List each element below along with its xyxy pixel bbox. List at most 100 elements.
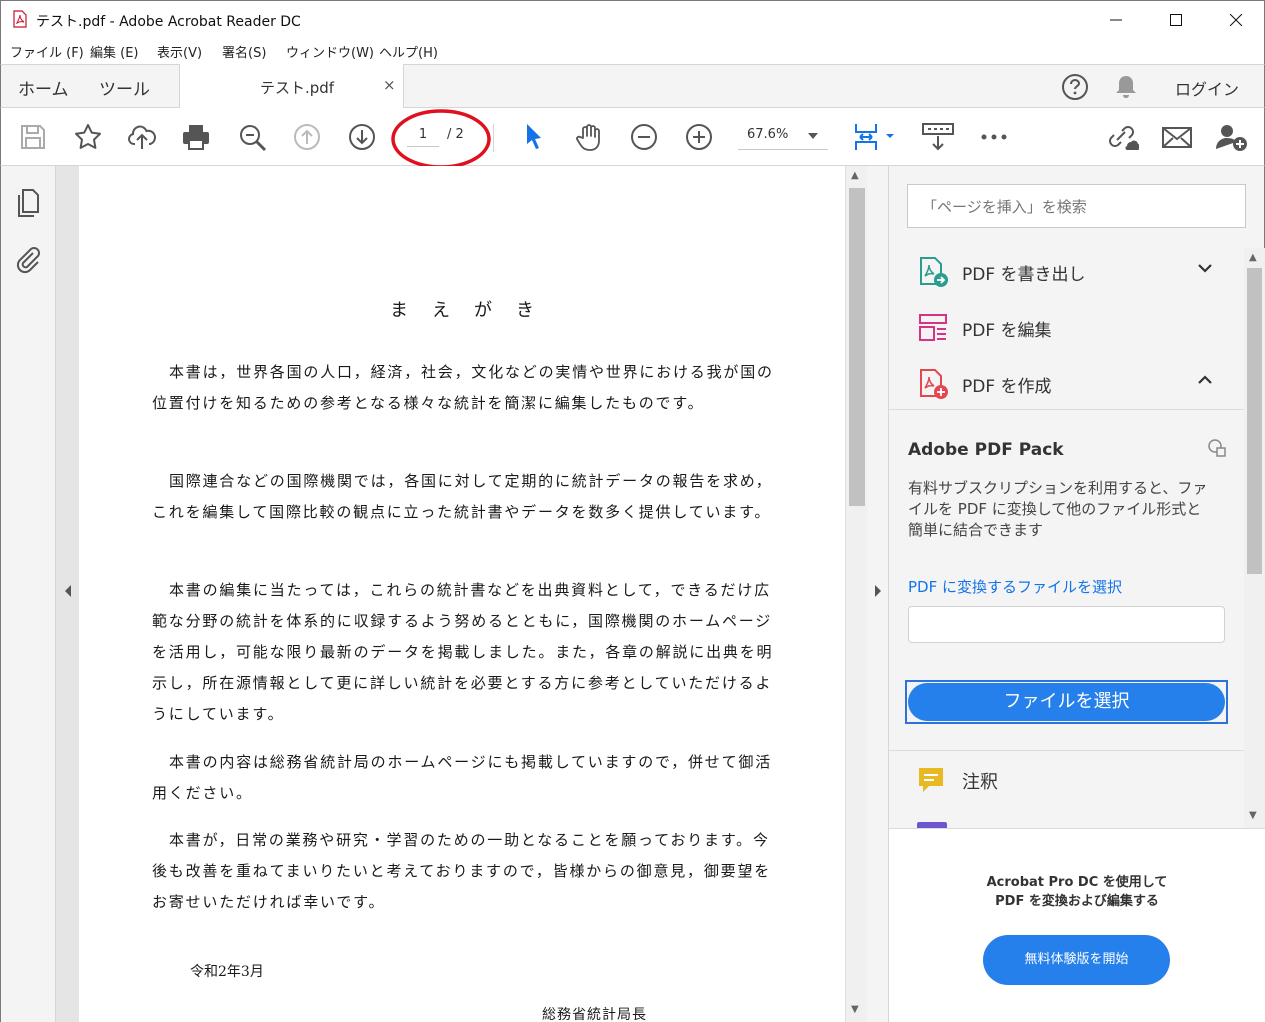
email-icon[interactable]	[1161, 122, 1193, 152]
tool-comment[interactable]: 注釈	[917, 762, 1217, 802]
pdf-page: まえがき 本書は，世界各国の人口，経済，社会，文化などの実情や世界における我が国…	[79, 166, 845, 1022]
collapse-right-pane-icon[interactable]	[873, 584, 883, 598]
left-navigation-pane	[0, 166, 56, 1022]
tab-document-label: テスト.pdf	[260, 79, 335, 97]
promo-line: Acrobat Pro DC を使用して	[986, 875, 1168, 890]
chevron-up-icon[interactable]	[1197, 372, 1213, 388]
collapse-left-pane-icon[interactable]	[63, 584, 73, 598]
window-title: テスト.pdf - Adobe Acrobat Reader DC	[36, 14, 301, 30]
menu-sign[interactable]: 署名(S)	[222, 42, 266, 61]
pdf-pack-title: Adobe PDF Pack	[908, 440, 1064, 460]
menu-edit[interactable]: 編集 (E)	[90, 42, 139, 61]
tool-export-pdf[interactable]: PDF を書き出し	[917, 252, 1217, 292]
hand-tool-icon[interactable]	[574, 122, 604, 152]
menu-view[interactable]: 表示(V)	[157, 42, 202, 61]
right-tools-pane: 「ページを挿入」を検索 PDF を書き出し PDF を編集 PDF を作成 Ad…	[889, 166, 1265, 1022]
scroll-mode-icon[interactable]	[921, 122, 955, 152]
previous-page-icon[interactable]	[292, 122, 322, 152]
file-drop-field[interactable]	[908, 606, 1225, 643]
menu-bar: ファイル (F) 編集 (E) 表示(V) 署名(S) ウィンドウ(W) ヘルプ…	[0, 38, 1265, 64]
zoom-out-icon[interactable]	[629, 122, 659, 152]
tool-create-pdf[interactable]: PDF を作成	[917, 364, 1217, 404]
login-button[interactable]: ログイン	[1175, 76, 1239, 100]
chevron-down-icon[interactable]	[1197, 260, 1213, 276]
tab-home[interactable]: ホーム	[18, 75, 69, 100]
select-cursor-icon[interactable]	[519, 122, 549, 152]
zoom-in-icon[interactable]	[684, 122, 714, 152]
menu-window[interactable]: ウィンドウ(W)	[286, 42, 374, 61]
save-icon[interactable]	[18, 122, 48, 152]
document-scrollbar[interactable]: ▲ ▼	[845, 166, 867, 1022]
add-user-icon[interactable]	[1215, 122, 1249, 152]
pdf-pack-panel: Adobe PDF Pack 有料サブスクリプションを利用すると、ファイルを P…	[889, 410, 1244, 750]
tab-bar: ホーム ツール テスト.pdf × ログイン	[0, 64, 1265, 109]
right-pane-toggle-strip	[867, 166, 889, 1022]
scrollbar-thumb[interactable]	[849, 188, 865, 506]
create-pdf-icon	[920, 369, 948, 399]
tool-label: 注釈	[962, 772, 998, 793]
more-tools-icon[interactable]	[979, 122, 1009, 152]
promo-line: PDF を変換および編集する	[995, 894, 1159, 909]
maximize-button[interactable]	[1148, 1, 1204, 39]
toolbar-separator	[493, 124, 494, 152]
toolbar: 1 / 2 67.6%	[0, 108, 1265, 169]
scroll-down-arrow-icon[interactable]: ▼	[851, 1004, 859, 1015]
tab-document[interactable]: テスト.pdf ×	[179, 64, 404, 109]
bookmark-star-icon[interactable]	[73, 122, 103, 152]
chevron-down-icon	[808, 133, 818, 139]
select-file-button[interactable]: ファイルを選択	[908, 683, 1225, 721]
upload-cloud-icon[interactable]	[127, 122, 157, 152]
acrobat-pro-promo: Acrobat Pro DC を使用して PDF を変換および編集する 無料体験…	[889, 828, 1265, 1022]
title-bar: テスト.pdf - Adobe Acrobat Reader DC	[0, 0, 1265, 38]
start-free-trial-button[interactable]: 無料体験版を開始	[983, 935, 1170, 985]
document-date: 令和2年3月	[190, 964, 264, 980]
convert-copy-icon[interactable]	[1207, 438, 1227, 458]
page-thumbnails-icon[interactable]	[15, 188, 41, 218]
zoom-search-icon[interactable]	[237, 122, 267, 152]
tool-label: PDF を編集	[962, 321, 1052, 341]
help-icon[interactable]	[1061, 73, 1089, 101]
print-icon[interactable]	[181, 122, 211, 152]
tab-close-button[interactable]: ×	[383, 76, 396, 94]
zoom-value: 67.6%	[747, 127, 789, 142]
tool-edit-pdf[interactable]: PDF を編集	[917, 308, 1217, 348]
document-heading: まえがき	[390, 300, 558, 321]
document-paragraph: 本書が，日常の業務や研究・学習のための一助となることを願っております。今後も改善…	[152, 831, 772, 911]
close-icon	[1230, 14, 1242, 26]
minimize-icon	[1110, 19, 1122, 21]
tool-label: PDF を作成	[962, 377, 1052, 397]
section-divider	[889, 750, 1244, 751]
pdf-file-icon	[13, 10, 27, 28]
next-page-icon[interactable]	[347, 122, 377, 152]
pdf-pack-description: 有料サブスクリプションを利用すると、ファイルを PDF に変換して他のファイル形…	[908, 479, 1208, 539]
scrollbar-thumb[interactable]	[1247, 268, 1262, 574]
document-paragraph: 本書の編集に当たっては，これらの統計書などを出典資料として，できるだけ広範な分野…	[152, 581, 774, 723]
menu-file[interactable]: ファイル (F)	[10, 42, 84, 61]
scroll-down-arrow-icon[interactable]: ▼	[1249, 810, 1257, 821]
tab-tools[interactable]: ツール	[99, 75, 150, 100]
document-paragraph: 国際連合などの国際機関では，各国に対して定期的に統計データの報告を求め，これを編…	[152, 472, 773, 521]
tool-search-input[interactable]: 「ページを挿入」を検索	[907, 184, 1246, 228]
scroll-up-arrow-icon[interactable]: ▲	[851, 170, 859, 181]
promo-text: Acrobat Pro DC を使用して PDF を変換および編集する	[889, 873, 1265, 911]
tools-pane-scrollbar[interactable]: ▲ ▼	[1244, 248, 1265, 828]
document-paragraph: 本書の内容は総務省統計局のホームページにも掲載していますので，併せて御活用くださ…	[152, 753, 773, 802]
menu-help[interactable]: ヘルプ(H)	[379, 42, 438, 61]
page-fit-icon[interactable]	[852, 122, 896, 152]
notification-bell-icon[interactable]	[1114, 74, 1138, 100]
attachment-paperclip-icon[interactable]	[15, 244, 41, 274]
select-file-link[interactable]: PDF に変換するファイルを選択	[908, 576, 1122, 597]
red-annotation-ellipse	[391, 109, 491, 169]
share-link-icon[interactable]	[1105, 122, 1139, 152]
document-signature: 総務省統計局長	[542, 1007, 647, 1022]
export-pdf-icon	[920, 257, 948, 287]
tool-label: PDF を書き出し	[962, 265, 1086, 285]
document-paragraph: 本書は，世界各国の人口，経済，社会，文化などの実情や世界における我が国の位置付け…	[152, 363, 774, 412]
select-file-button-focus-ring: ファイルを選択	[905, 680, 1228, 724]
scroll-up-arrow-icon[interactable]: ▲	[1249, 252, 1257, 263]
document-viewport[interactable]: まえがき 本書は，世界各国の人口，経済，社会，文化などの実情や世界における我が国…	[56, 166, 845, 1022]
maximize-icon	[1170, 14, 1182, 26]
close-window-button[interactable]	[1208, 1, 1264, 39]
comment-icon	[919, 768, 943, 792]
minimize-button[interactable]	[1088, 1, 1144, 39]
